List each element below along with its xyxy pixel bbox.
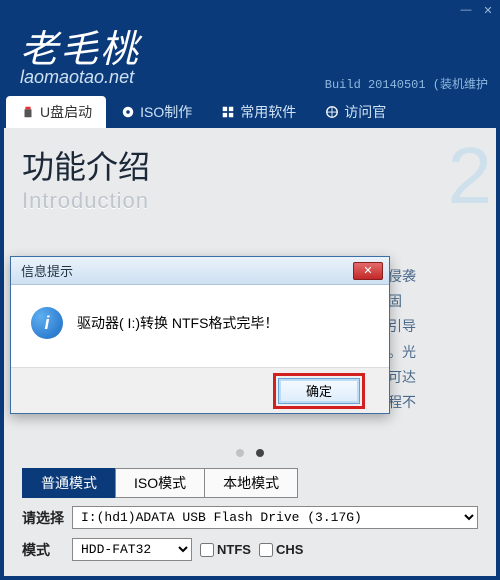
filesystem-select[interactable]: HDD-FAT32: [72, 538, 192, 561]
mode-select-row: 模式 HDD-FAT32 NTFS CHS: [22, 538, 478, 561]
mode-tab-iso[interactable]: ISO模式: [115, 468, 205, 498]
tab-website[interactable]: 访问官: [310, 96, 400, 128]
slider-dots: [4, 444, 496, 462]
tab-label: 常用软件: [240, 102, 296, 122]
brand-title-cn: 老毛桃: [20, 18, 480, 73]
tab-iso[interactable]: ISO制作: [106, 96, 206, 128]
ntfs-checkbox[interactable]: [200, 543, 214, 557]
tab-software[interactable]: 常用软件: [206, 96, 310, 128]
ok-highlight-box: 确定: [273, 373, 365, 409]
drive-select[interactable]: I:(hd1)ADATA USB Flash Drive (3.17G): [72, 506, 478, 529]
tab-label: 访问官: [344, 102, 386, 122]
dialog-title: 信息提示: [21, 261, 73, 280]
info-icon: i: [31, 307, 63, 339]
minimize-button[interactable]: —: [456, 2, 476, 18]
info-dialog: 信息提示 ✕ i 驱动器( I:)转换 NTFS格式完毕！ 确定: [10, 256, 390, 414]
dialog-footer: 确定: [11, 367, 389, 413]
close-window-button[interactable]: ✕: [478, 2, 498, 18]
dialog-message: 驱动器( I:)转换 NTFS格式完毕！: [77, 313, 278, 333]
feature-snippets: 事侵袭 稳固 桃引导 径。光 盘可达 过程不: [374, 264, 484, 415]
tab-label: U盘启动: [40, 102, 92, 122]
chs-label: CHS: [276, 542, 303, 557]
app-header: 老毛桃 laomaotao.net Build 20140501 (装机维护: [0, 0, 500, 96]
mode-label: 模式: [22, 540, 64, 560]
mode-tabs: 普通模式 ISO模式 本地模式: [22, 468, 297, 498]
drive-select-label: 请选择: [22, 508, 64, 528]
main-nav: U盘启动 ISO制作 常用软件 访问官: [0, 96, 500, 128]
drive-select-row: 请选择 I:(hd1)ADATA USB Flash Drive (3.17G): [22, 506, 478, 529]
intro-title-cn: 功能介绍: [22, 142, 478, 188]
slider-dot[interactable]: [236, 449, 244, 457]
globe-icon: [324, 104, 340, 120]
ntfs-checkbox-wrap[interactable]: NTFS: [200, 542, 251, 557]
build-string: Build 20140501 (装机维护: [325, 75, 488, 92]
tab-usb-boot[interactable]: U盘启动: [6, 96, 106, 128]
apps-icon: [220, 104, 236, 120]
intro-block: 功能介绍 Introduction 2: [14, 136, 486, 224]
intro-title-en: Introduction: [22, 188, 478, 214]
dialog-close-button[interactable]: ✕: [353, 262, 383, 280]
slider-dot-active[interactable]: [256, 449, 264, 457]
mode-tab-normal[interactable]: 普通模式: [22, 468, 116, 498]
dialog-titlebar[interactable]: 信息提示 ✕: [11, 257, 389, 285]
slide-number: 2: [448, 130, 493, 222]
ntfs-label: NTFS: [217, 542, 251, 557]
chs-checkbox-wrap[interactable]: CHS: [259, 542, 303, 557]
dialog-body: i 驱动器( I:)转换 NTFS格式完毕！: [11, 285, 389, 367]
ok-button[interactable]: 确定: [278, 378, 360, 404]
chs-checkbox[interactable]: [259, 543, 273, 557]
mode-tab-local[interactable]: 本地模式: [204, 468, 298, 498]
tab-label: ISO制作: [140, 102, 192, 122]
usb-icon: [20, 104, 36, 120]
disc-icon: [120, 104, 136, 120]
